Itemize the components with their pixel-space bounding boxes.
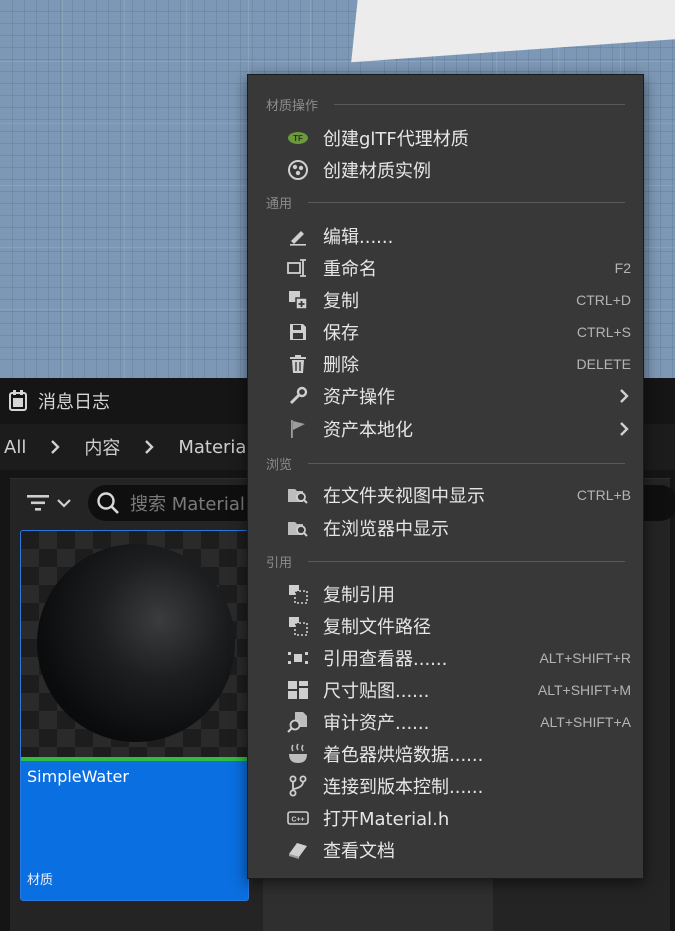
search-placeholder: 搜索 Material <box>130 494 245 515</box>
menu-item-shader-cook-stats[interactable]: 着色器烘焙数据...... <box>248 738 643 770</box>
shortcut-label: CTRL+S <box>576 324 631 340</box>
menu-section-title: 浏览 <box>266 458 293 473</box>
reference-viewer-icon <box>287 647 309 669</box>
browser-search-icon <box>287 517 309 539</box>
menu-section-title: 引用 <box>266 556 293 571</box>
menu-item-create-material-instance[interactable]: 创建材质实例 <box>248 154 643 186</box>
gltf-icon: TF <box>287 127 309 149</box>
menu-item-delete[interactable]: 删除 DELETE <box>248 348 643 380</box>
shortcut-label: ALT+SHIFT+A <box>540 714 631 730</box>
folder-search-icon <box>287 484 309 506</box>
svg-text:C++: C++ <box>291 817 304 824</box>
message-log-title: 消息日志 <box>38 392 110 413</box>
menu-divider <box>308 202 625 203</box>
documentation-icon <box>287 839 309 861</box>
save-icon <box>287 321 309 343</box>
copy-path-icon <box>287 615 309 637</box>
menu-item-audit-assets[interactable]: 审计资产...... ALT+SHIFT+A <box>248 706 643 738</box>
shortcut-label: F2 <box>614 260 631 276</box>
menu-divider <box>308 463 625 464</box>
menu-item-asset-localization[interactable]: 资产本地化 <box>248 413 643 445</box>
menu-section-general: 通用 <box>248 189 643 215</box>
audit-icon <box>287 711 309 733</box>
menu-item-open-material-h[interactable]: C++ 打开Material.h <box>248 802 643 834</box>
filter-icon <box>27 495 49 511</box>
asset-type-label: 材质 <box>27 873 54 888</box>
menu-section-title: 材质操作 <box>266 99 319 114</box>
flag-icon <box>287 418 309 440</box>
filter-button[interactable] <box>26 490 78 516</box>
asset-name: SimpleWater <box>27 767 129 786</box>
search-icon <box>97 492 119 514</box>
svg-text:TF: TF <box>293 134 303 143</box>
menu-item-save[interactable]: 保存 CTRL+S <box>248 316 643 348</box>
copy-reference-icon <box>287 583 309 605</box>
shortcut-label: CTRL+B <box>576 487 631 503</box>
menu-item-show-in-folder-view[interactable]: 在文件夹视图中显示 CTRL+B <box>248 479 643 511</box>
menu-item-size-map[interactable]: 尺寸贴图...... ALT+SHIFT+M <box>248 674 643 706</box>
shortcut-label: CTRL+D <box>576 292 631 308</box>
menu-item-rename[interactable]: 重命名 F2 <box>248 252 643 284</box>
menu-item-asset-actions[interactable]: 资产操作 <box>248 380 643 412</box>
menu-item-edit[interactable]: 编辑...... <box>248 220 643 252</box>
trash-icon <box>287 353 309 375</box>
menu-divider <box>308 561 625 562</box>
chevron-right-icon[interactable] <box>50 440 61 454</box>
menu-section-material-actions: 材质操作 <box>248 91 643 117</box>
chevron-right-icon[interactable] <box>144 440 155 454</box>
message-log-icon <box>9 390 27 411</box>
breadcrumb-all[interactable]: All <box>0 437 30 458</box>
asset-tile-simplewater[interactable]: SimpleWater 材质 <box>20 530 249 901</box>
asset-type-color-bar <box>21 757 248 761</box>
menu-section-references: 引用 <box>248 548 643 574</box>
menu-section-browse: 浏览 <box>248 450 643 476</box>
material-sphere-preview <box>37 544 235 742</box>
duplicate-icon <box>287 289 309 311</box>
menu-item-view-documentation[interactable]: 查看文档 <box>248 834 643 866</box>
menu-item-connect-source-control[interactable]: 连接到版本控制...... <box>248 770 643 802</box>
cpp-file-icon: C++ <box>287 807 309 829</box>
size-map-icon <box>287 679 309 701</box>
material-instance-icon <box>287 159 309 181</box>
shortcut-label: ALT+SHIFT+M <box>537 682 631 698</box>
source-control-icon <box>287 775 309 797</box>
breadcrumb-content[interactable]: 内容 <box>80 434 124 460</box>
wrench-icon <box>287 385 309 407</box>
viewport-plane-mesh <box>351 0 675 63</box>
shortcut-label: ALT+SHIFT+R <box>539 650 631 666</box>
chevron-down-icon <box>57 499 71 508</box>
menu-item-duplicate[interactable]: 复制 CTRL+D <box>248 284 643 316</box>
edit-icon <box>287 225 309 247</box>
asset-tile-material-instance[interactable]: 材质实例 <box>263 870 493 931</box>
asset-context-menu: 材质操作 TF 创建glTF代理材质 创建材质实例 通用 编辑...... 重命… <box>247 74 644 879</box>
menu-item-show-in-browser[interactable]: 在浏览器中显示 <box>248 512 643 544</box>
submenu-arrow-icon <box>620 422 629 436</box>
shader-cook-icon <box>287 743 309 765</box>
menu-divider <box>334 104 625 105</box>
submenu-arrow-icon <box>620 389 629 403</box>
menu-section-title: 通用 <box>266 197 293 212</box>
asset-thumbnail <box>21 531 248 757</box>
rename-icon <box>287 257 309 279</box>
menu-item-reference-viewer[interactable]: 引用查看器...... ALT+SHIFT+R <box>248 642 643 674</box>
menu-item-copy-file-path[interactable]: 复制文件路径 <box>248 610 643 642</box>
menu-item-create-gltf-proxy-material[interactable]: TF 创建glTF代理材质 <box>248 122 643 154</box>
menu-item-copy-reference[interactable]: 复制引用 <box>248 578 643 610</box>
shortcut-label: DELETE <box>576 356 631 372</box>
